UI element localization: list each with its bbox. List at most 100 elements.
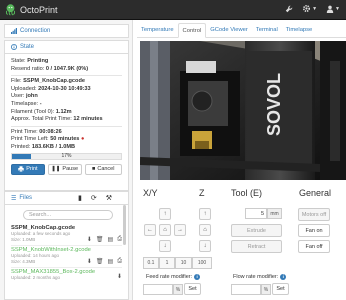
- approx-time-value: 12 minutes: [73, 116, 103, 123]
- print-icon[interactable]: ⎙: [117, 258, 122, 265]
- open-folder-icon[interactable]: ▤: [108, 258, 114, 265]
- chevron-down-icon: ▼: [335, 5, 340, 12]
- motors-off-button[interactable]: Motors off: [298, 208, 330, 221]
- file-search-input[interactable]: Search...: [23, 210, 113, 220]
- progress-text: 17%: [61, 152, 72, 159]
- tab-temperature[interactable]: Temperature: [137, 23, 178, 38]
- user-icon[interactable]: ▼: [326, 5, 340, 13]
- jog-x-right-button[interactable]: →: [174, 224, 186, 236]
- timelapse-row: Timelapse: -: [11, 100, 42, 107]
- info-circle-icon: [11, 44, 17, 50]
- user-value: john: [25, 93, 38, 100]
- download-icon[interactable]: ⬇: [87, 258, 92, 265]
- file-item[interactable]: SSPM_MAX31855_Box-2.gcode Uploaded: 2 mo…: [11, 268, 122, 290]
- webcam-stream: SOVOL: [140, 41, 346, 180]
- home-z-button[interactable]: ⌂: [199, 224, 211, 236]
- step-0.1-button[interactable]: 0.1: [143, 257, 159, 269]
- files-scrollbar[interactable]: [123, 205, 126, 245]
- flow-rate-set-button[interactable]: Set: [272, 283, 289, 295]
- file-item[interactable]: SSPM_KnobWithInset-2.gcode Uploaded: 14 …: [11, 246, 122, 268]
- files-label: Files: [19, 195, 33, 201]
- printed-row: Printed: 183.6KB / 1.0MB: [11, 143, 76, 150]
- print-time-value: 00:08:26: [39, 128, 62, 135]
- file-row: File: SSPM_KnobCap.gcode: [11, 78, 85, 85]
- download-icon[interactable]: ⬇: [87, 236, 92, 243]
- octoprint-logo-icon: [5, 4, 16, 16]
- retract-button[interactable]: Retract: [231, 240, 282, 253]
- arrow-down-icon: ↓: [203, 243, 207, 249]
- resend-row: Resend ratio: 0 / 1047.9K (0%): [11, 65, 89, 72]
- file-item[interactable]: SSPM_KnobCap.gcode Uploaded: a few secon…: [11, 224, 122, 246]
- feed-rate-label: Feed rate modifier: i: [146, 274, 201, 280]
- tab-terminal[interactable]: Terminal: [252, 23, 282, 38]
- timelapse-value: -: [39, 100, 42, 107]
- tab-control[interactable]: Control: [177, 23, 207, 38]
- home-xy-button[interactable]: ⌂: [159, 224, 171, 236]
- file-uploaded: Uploaded: 2 months ago: [11, 275, 61, 280]
- z-heading: Z: [199, 188, 205, 198]
- state-row: State: Printing: [11, 58, 49, 64]
- settings-icon[interactable]: ▼: [302, 4, 317, 13]
- extrude-unit: mm: [267, 208, 282, 219]
- print-time-row: Print Time: 00:08:26: [11, 128, 62, 135]
- arrow-right-icon: →: [177, 227, 183, 233]
- xy-heading: X/Y: [143, 188, 158, 198]
- step-100-button[interactable]: 100: [192, 257, 212, 269]
- jog-z-down-button[interactable]: ↓: [199, 240, 211, 252]
- flow-rate-input[interactable]: [231, 284, 261, 295]
- download-icon[interactable]: ⬇: [117, 273, 122, 280]
- feed-rate-percent: %: [173, 284, 183, 295]
- info-icon[interactable]: i: [194, 274, 201, 280]
- brand[interactable]: OctoPrint: [4, 3, 58, 16]
- uploaded-row: Uploaded: 2024-10-30 10:49:33: [11, 85, 91, 92]
- jog-y-down-button[interactable]: ↓: [159, 240, 171, 252]
- jog-z-up-button[interactable]: ↑: [199, 208, 211, 220]
- wrench-icon[interactable]: ⚒: [106, 194, 112, 202]
- print-button[interactable]: Print: [11, 163, 45, 175]
- trash-icon[interactable]: 🗑: [96, 236, 104, 243]
- state-label: State: [20, 44, 35, 50]
- state-header[interactable]: State: [4, 40, 129, 54]
- jog-y-up-button[interactable]: ↑: [159, 208, 171, 220]
- resend-value: 0 / 1047.9K (0%): [45, 65, 89, 72]
- uploaded-value: 2024-10-30 10:49:33: [38, 85, 91, 92]
- arrow-up-icon: ↑: [163, 211, 167, 217]
- navbar: OctoPrint ▼ ▼: [0, 0, 346, 20]
- pause-button[interactable]: ❚❚ Pause: [47, 163, 82, 175]
- info-icon[interactable]: i: [280, 274, 287, 280]
- home-icon: ⌂: [163, 227, 167, 233]
- state-value: Printing: [27, 58, 49, 64]
- arrow-up-icon: ↑: [203, 211, 207, 217]
- arrow-left-icon: ←: [147, 227, 153, 233]
- home-icon: ⌂: [203, 227, 207, 233]
- extrude-button[interactable]: Extrude: [231, 224, 282, 237]
- print-icon[interactable]: ⎙: [117, 236, 122, 243]
- wrench-icon[interactable]: [285, 5, 293, 13]
- flow-rate-percent: %: [261, 284, 271, 295]
- extrude-amount-input[interactable]: 5: [245, 208, 267, 219]
- feed-rate-input[interactable]: [143, 284, 173, 295]
- fan-on-button[interactable]: Fan on: [298, 224, 330, 237]
- step-1-button[interactable]: 1: [159, 257, 175, 269]
- tab-timelapse[interactable]: Timelapse: [282, 23, 317, 38]
- arrow-down-icon: ↓: [163, 243, 167, 249]
- pause-icon: ❚❚: [51, 166, 61, 173]
- step-10-button[interactable]: 10: [175, 257, 192, 269]
- tab-gcode-viewer[interactable]: GCode Viewer: [206, 23, 252, 38]
- cancel-button[interactable]: ■ Cancel: [84, 163, 122, 175]
- file-value: SSPM_KnobCap.gcode: [23, 78, 85, 85]
- chevron-down-icon: ▼: [312, 5, 318, 12]
- fan-off-button[interactable]: Fan off: [298, 240, 330, 253]
- webcam-image: SOVOL: [140, 41, 346, 180]
- refresh-icon[interactable]: ⟳: [91, 194, 97, 202]
- general-heading: General: [299, 188, 332, 198]
- jog-x-left-button[interactable]: ←: [144, 224, 156, 236]
- feed-rate-set-button[interactable]: Set: [184, 283, 201, 295]
- sd-card-icon[interactable]: ▮: [78, 194, 82, 202]
- trash-icon[interactable]: 🗑: [96, 258, 104, 265]
- signal-icon: [11, 28, 17, 34]
- open-folder-icon[interactable]: ▤: [108, 236, 114, 243]
- sovol-brand-text: SOVOL: [264, 73, 284, 136]
- filament-row: Filament (Tool 0): 1.12m: [11, 108, 72, 115]
- connection-header[interactable]: Connection: [4, 24, 129, 38]
